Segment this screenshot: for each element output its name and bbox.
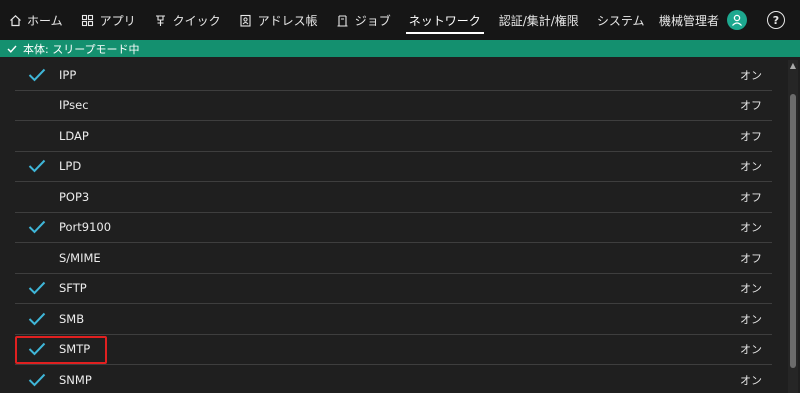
protocol-state: オン (740, 373, 762, 387)
scrollbar[interactable]: ▲ (788, 60, 798, 393)
top-right-controls: 機械管理者 ? (659, 0, 800, 40)
protocol-name: LPD (59, 159, 82, 174)
tab-auth-accounting-label: 認証/集計/権限 (498, 13, 579, 28)
protocol-name: IPsec (59, 98, 89, 113)
protocol-state: オフ (740, 129, 762, 143)
address-book-icon (239, 13, 253, 27)
protocol-name: Port9100 (59, 220, 112, 235)
tab-address-book[interactable]: アドレス帳 (230, 0, 327, 40)
protocol-row[interactable]: POP3 オフ (15, 182, 772, 213)
user-avatar-icon[interactable] (727, 10, 747, 30)
protocol-state: オン (740, 68, 762, 82)
tab-jobs[interactable]: ジョブ (327, 0, 400, 40)
protocol-row[interactable]: IPP オン (15, 60, 772, 91)
protocol-row[interactable]: SNMP オン (15, 365, 772, 393)
protocol-row[interactable]: SFTP オン (15, 274, 772, 304)
help-icon[interactable]: ? (767, 11, 785, 29)
top-navigation-bar: ホーム アプリ クイック アドレス帳 ジョブ ネットワーク 認証/集計/権限 シ… (0, 0, 800, 40)
protocol-name: LDAP (59, 128, 89, 143)
protocol-name: SMB (59, 311, 85, 326)
protocol-name: SFTP (59, 281, 87, 296)
protocol-row[interactable]: LPD オン (15, 152, 772, 182)
tab-quick[interactable]: クイック (145, 0, 230, 40)
checkmark-icon (15, 281, 59, 295)
tab-address-book-label: アドレス帳 (257, 13, 318, 28)
protocol-state: オン (740, 312, 762, 326)
tab-home-label: ホーム (27, 13, 63, 28)
apps-grid-icon (81, 13, 95, 27)
home-icon (8, 13, 22, 27)
protocol-state: オフ (740, 190, 762, 204)
tab-system-label: システム (596, 13, 645, 28)
protocol-name: IPP (59, 67, 77, 82)
tab-network-label: ネットワーク (408, 13, 481, 28)
protocol-name: POP3 (59, 189, 90, 204)
main-nav: ホーム アプリ クイック アドレス帳 ジョブ ネットワーク 認証/集計/権限 シ… (0, 0, 653, 40)
protocol-state: オフ (740, 99, 762, 113)
tab-auth-accounting[interactable]: 認証/集計/権限 (490, 0, 588, 40)
tab-apps[interactable]: アプリ (72, 0, 145, 40)
checkmark-icon (15, 220, 59, 234)
status-text: 本体: スリープモード中 (23, 42, 140, 56)
status-bar: 本体: スリープモード中 (0, 40, 800, 57)
protocol-row[interactable]: IPsec オフ (15, 91, 772, 121)
quick-icon (154, 13, 168, 27)
user-label: 機械管理者 (658, 13, 719, 28)
protocol-state: オン (740, 282, 762, 296)
protocol-state: オフ (740, 251, 762, 265)
scroll-up-icon[interactable]: ▲ (789, 62, 797, 70)
protocol-state: オン (740, 343, 762, 357)
protocol-row[interactable]: Port9100 オン (15, 213, 772, 243)
checkmark-icon (15, 312, 59, 326)
checkmark-icon (15, 159, 59, 173)
check-icon (7, 45, 17, 53)
protocol-row[interactable]: SMTP オン (15, 335, 772, 365)
highlight-box (15, 336, 107, 364)
protocol-state: オン (740, 160, 762, 174)
tab-apps-label: アプリ (99, 13, 136, 28)
scrollbar-thumb[interactable] (790, 94, 796, 368)
protocol-list: IPP オン IPsec オフ LDAP オフ LPD オン POP3 オフ Port9100 オン S… (15, 60, 772, 393)
checkmark-icon (15, 68, 59, 82)
protocol-name: SNMP (59, 372, 92, 387)
protocol-row[interactable]: SMB オン (15, 304, 772, 335)
tab-system[interactable]: システム (588, 0, 654, 40)
protocol-row[interactable]: LDAP オフ (15, 121, 772, 152)
protocol-row[interactable]: S/MIME オフ (15, 243, 772, 274)
protocol-state: オン (740, 221, 762, 235)
checkmark-icon (15, 373, 59, 387)
tab-jobs-label: ジョブ (354, 13, 391, 28)
tab-quick-label: クイック (172, 13, 221, 28)
tab-network[interactable]: ネットワーク (400, 0, 490, 40)
protocol-name: S/MIME (59, 250, 101, 265)
job-icon (336, 13, 350, 27)
tab-home[interactable]: ホーム (0, 0, 72, 40)
